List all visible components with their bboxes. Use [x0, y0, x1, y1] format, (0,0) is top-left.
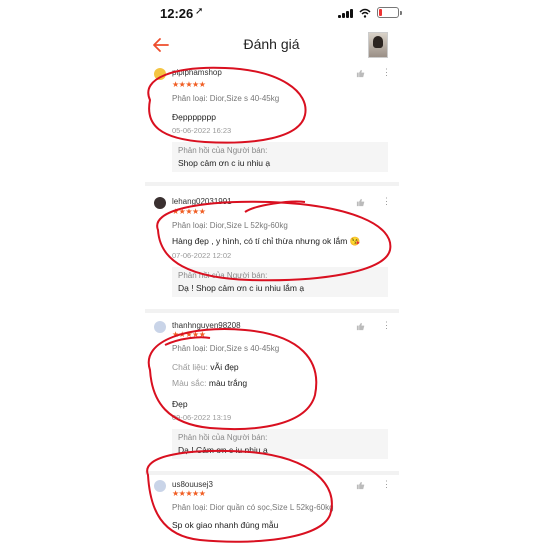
star-rating: ★★★★★ — [172, 330, 206, 339]
color-label: Màu sắc: — [172, 378, 207, 388]
avatar[interactable] — [154, 68, 166, 80]
status-bar: 12:26 ➚ — [0, 0, 543, 26]
review-variant: Phân loại: Dior,Size s 40-45kg — [172, 94, 280, 103]
thumbs-up-icon[interactable] — [356, 481, 365, 490]
reply-text: Dạ ! Shop cảm ơn c iu nhiu lắm ạ — [178, 283, 305, 293]
reply-label: Phản hồi của Người bán: — [178, 146, 268, 155]
wifi-icon — [359, 8, 371, 18]
material-value: vÃi đẹp — [210, 362, 239, 372]
seller-reply: Phản hồi của Người bán: Shop cảm ơn c iu… — [172, 142, 388, 172]
review-comment: Sp ok giao nhanh đúng mẫu — [172, 520, 279, 530]
star-rating: ★★★★★ — [172, 80, 206, 89]
section-divider — [145, 309, 399, 313]
app-header: Đánh giá — [0, 26, 543, 64]
seller-reply: Phản hồi của Người bán: Dạ ! Shop cảm ơn… — [172, 267, 388, 297]
review-variant: Phân loại: Dior,Size s 40-45kg — [172, 344, 280, 353]
review-date: 05-06-2022 16:23 — [172, 126, 232, 135]
review-comment: Đẹp — [172, 399, 188, 409]
more-options-icon[interactable]: ⋮ — [382, 67, 391, 78]
status-time: 12:26 — [160, 6, 194, 21]
status-icons — [338, 7, 402, 18]
review-date: 07-06-2022 12:02 — [172, 251, 232, 260]
avatar[interactable] — [154, 480, 166, 492]
reply-label: Phản hồi của Người bán: — [178, 433, 268, 442]
battery-tip — [400, 10, 402, 15]
review-username: pipiphamshop — [172, 68, 222, 77]
location-arrow-icon: ➚ — [195, 6, 204, 17]
review-comment: Đẹppppppp — [172, 112, 216, 122]
review-username: lehang02031991 — [172, 197, 232, 206]
thumbs-up-icon[interactable] — [356, 198, 365, 207]
reply-label: Phản hồi của Người bán: — [178, 271, 268, 280]
avatar[interactable] — [154, 321, 166, 333]
thumbs-up-icon[interactable] — [356, 69, 365, 78]
more-options-icon[interactable]: ⋮ — [382, 320, 391, 331]
seller-reply: Phản hồi của Người bán: Dạ ! Cảm ơn c iu… — [172, 429, 388, 459]
section-divider — [145, 182, 399, 186]
review-variant: Phân loại: Dior quần có sọc,Size L 52kg-… — [172, 503, 334, 512]
review-username: thanhnguyen98208 — [172, 321, 241, 330]
section-divider — [145, 471, 399, 475]
review-color: Màu sắc: màu trắng — [172, 378, 247, 388]
review-date: 09-06-2022 13:19 — [172, 413, 232, 422]
avatar[interactable] — [154, 197, 166, 209]
star-rating: ★★★★★ — [172, 489, 206, 498]
review-comment: Hàng đẹp , y hình, có tí chỉ thừa nhưng … — [172, 236, 361, 246]
product-thumbnail[interactable] — [368, 32, 388, 58]
star-rating: ★★★★★ — [172, 207, 206, 216]
review-variant: Phân loại: Dior,Size L 52kg-60kg — [172, 221, 288, 230]
more-options-icon[interactable]: ⋮ — [382, 479, 391, 490]
battery-icon — [377, 7, 399, 18]
more-options-icon[interactable]: ⋮ — [382, 196, 391, 207]
color-value: màu trắng — [208, 378, 248, 388]
cellular-signal-icon — [338, 8, 353, 18]
review-material: Chất liệu: vÃi đẹp — [172, 362, 239, 372]
reply-text: Shop cảm ơn c iu nhiu ạ — [178, 158, 271, 168]
reply-text: Dạ ! Cảm ơn c iu nhiu ạ — [178, 445, 268, 455]
material-label: Chất liệu: — [172, 362, 208, 372]
review-username: us8ouusej3 — [172, 480, 213, 489]
page-title: Đánh giá — [243, 36, 300, 52]
thumbs-up-icon[interactable] — [356, 322, 365, 331]
